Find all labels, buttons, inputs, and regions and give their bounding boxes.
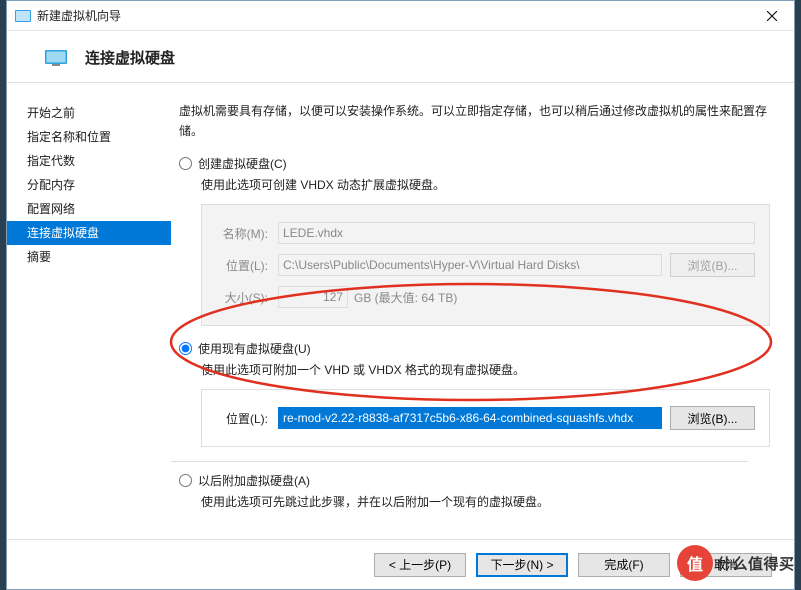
create-location-input (278, 254, 662, 276)
option-existing-row[interactable]: 使用现有虚拟硬盘(U) (179, 340, 770, 357)
existing-group: 位置(L): 浏览(B)... (201, 389, 770, 447)
sidebar-item-network[interactable]: 配置网络 (7, 197, 171, 221)
existing-location-input[interactable] (278, 407, 662, 429)
radio-create[interactable] (179, 157, 192, 170)
create-group: 名称(M): 位置(L): 浏览(B)... 大小(S): GB (最大值: 6… (201, 204, 770, 326)
footer: < 上一步(P) 下一步(N) > 完成(F) 取消 (7, 539, 794, 589)
separator (171, 461, 748, 462)
content-panel: 虚拟机需要具有存储，以便可以安装操作系统。可以立即指定存储，也可以稍后通过修改虚… (171, 83, 794, 539)
app-icon (15, 8, 31, 24)
description-text: 虚拟机需要具有存储，以便可以安装操作系统。可以立即指定存储，也可以稍后通过修改虚… (179, 101, 770, 141)
page-header: 连接虚拟硬盘 (7, 31, 794, 83)
radio-existing[interactable] (179, 342, 192, 355)
next-button[interactable]: 下一步(N) > (476, 553, 568, 577)
size-label: 大小(S): (216, 289, 278, 306)
existing-browse-button[interactable]: 浏览(B)... (670, 406, 755, 430)
size-hint: GB (最大值: 64 TB) (354, 289, 457, 306)
vm-icon (45, 49, 67, 67)
option-create-row[interactable]: 创建虚拟硬盘(C) (179, 155, 770, 172)
sidebar-item-summary[interactable]: 摘要 (7, 245, 171, 269)
page-title: 连接虚拟硬盘 (85, 47, 175, 68)
name-label: 名称(M): (216, 225, 278, 242)
name-input (278, 222, 755, 244)
create-desc: 使用此选项可创建 VHDX 动态扩展虚拟硬盘。 (201, 176, 770, 194)
watermark: 值 什么值得买 (677, 542, 801, 584)
titlebar: 新建虚拟机向导 (7, 1, 794, 31)
sidebar-item-generation[interactable]: 指定代数 (7, 149, 171, 173)
sidebar: 开始之前 指定名称和位置 指定代数 分配内存 配置网络 连接虚拟硬盘 摘要 (7, 83, 171, 539)
radio-later[interactable] (179, 474, 192, 487)
prev-button[interactable]: < 上一步(P) (374, 553, 466, 577)
watermark-badge: 值 (677, 545, 713, 581)
close-button[interactable] (749, 1, 794, 31)
finish-button[interactable]: 完成(F) (578, 553, 670, 577)
sidebar-item-vhd[interactable]: 连接虚拟硬盘 (7, 221, 171, 245)
existing-location-label: 位置(L): (216, 410, 278, 427)
option-later-row[interactable]: 以后附加虚拟硬盘(A) (179, 472, 770, 489)
watermark-text: 什么值得买 (717, 553, 795, 574)
size-input (278, 286, 348, 308)
sidebar-item-name-location[interactable]: 指定名称和位置 (7, 125, 171, 149)
radio-existing-label: 使用现有虚拟硬盘(U) (198, 340, 311, 357)
sidebar-item-before[interactable]: 开始之前 (7, 101, 171, 125)
create-location-label: 位置(L): (216, 257, 278, 274)
window-title: 新建虚拟机向导 (37, 7, 749, 24)
radio-later-label: 以后附加虚拟硬盘(A) (198, 472, 310, 489)
create-browse-button: 浏览(B)... (670, 253, 755, 277)
sidebar-item-memory[interactable]: 分配内存 (7, 173, 171, 197)
existing-desc: 使用此选项可附加一个 VHD 或 VHDX 格式的现有虚拟硬盘。 (201, 361, 770, 379)
radio-create-label: 创建虚拟硬盘(C) (198, 155, 287, 172)
wizard-window: 新建虚拟机向导 连接虚拟硬盘 开始之前 指定名称和位置 指定代数 分配内存 配置… (6, 0, 795, 590)
later-desc: 使用此选项可先跳过此步骤，并在以后附加一个现有的虚拟硬盘。 (201, 493, 770, 511)
